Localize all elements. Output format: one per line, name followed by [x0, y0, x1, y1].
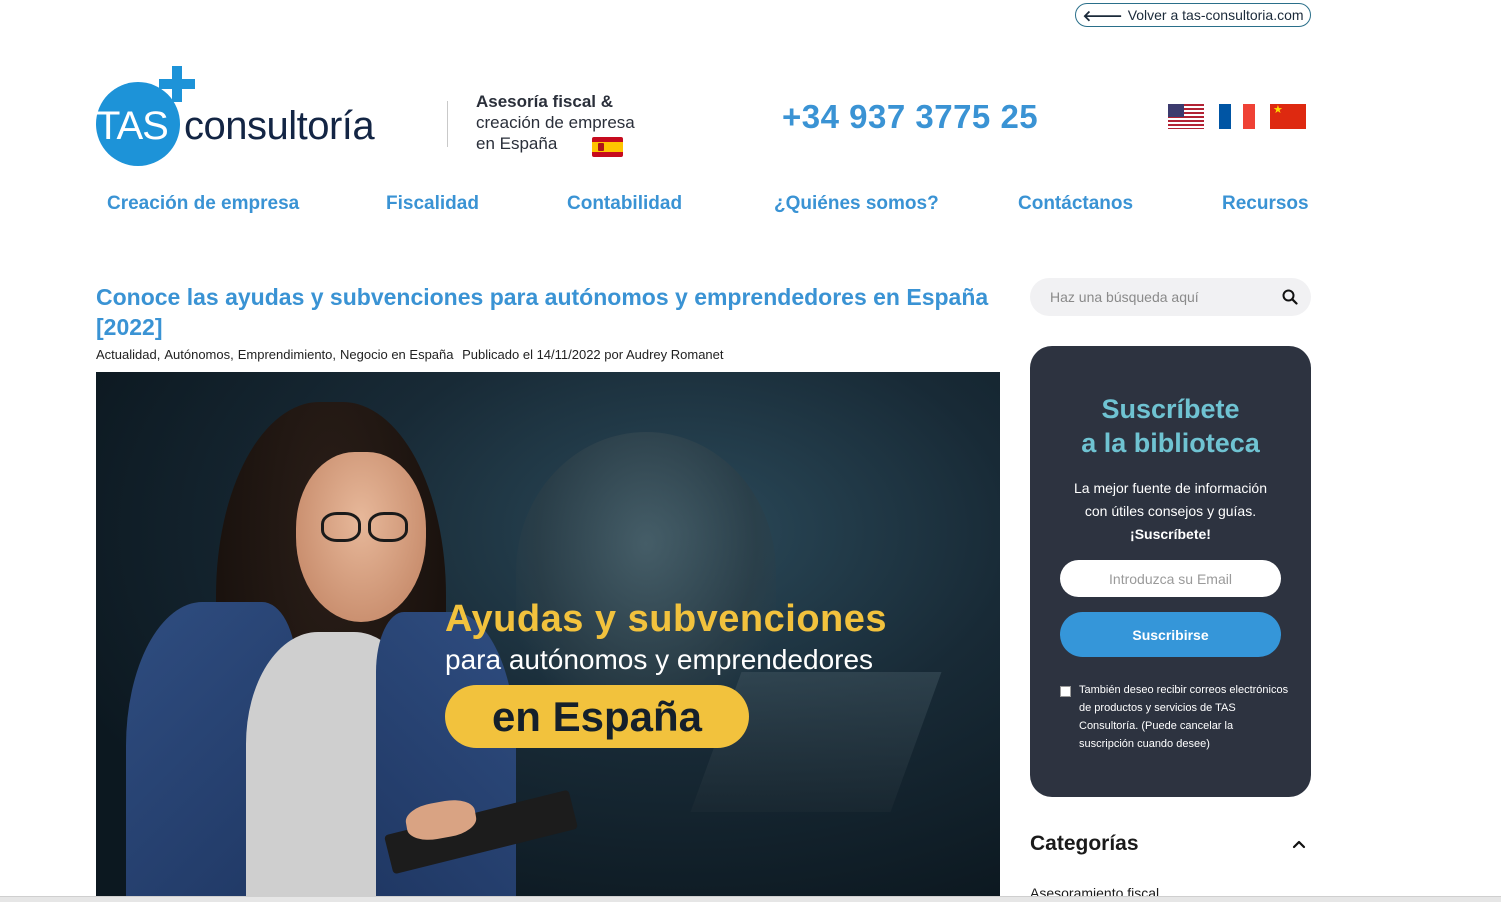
publish-info: Publicado el 14/11/2022 por Audrey Roman… [462, 347, 724, 362]
nav-creacion-de-empresa[interactable]: Creación de empresa [107, 193, 299, 215]
article-title: Conoce las ayudas y subvenciones para au… [96, 284, 989, 340]
hero-subheadline: para autónomos y emprendedores [445, 644, 874, 675]
language-switcher [1168, 104, 1306, 129]
search-box [1030, 278, 1311, 316]
china-flag-icon[interactable] [1270, 104, 1306, 129]
consent-label: También deseo recibir correos electrónic… [1079, 684, 1289, 750]
nav-contactanos[interactable]: Contáctanos [1018, 193, 1133, 215]
category-link[interactable]: Autónomos [164, 347, 230, 362]
site-logo[interactable]: TAS consultoría [96, 64, 416, 170]
phone-number-link[interactable]: +34 937 3775 25 [782, 98, 1038, 136]
hero-woman-face [296, 452, 426, 622]
us-flag-icon[interactable] [1168, 104, 1204, 129]
hero-glasses [368, 512, 408, 542]
email-field[interactable] [1060, 560, 1281, 597]
horizontal-scrollbar[interactable] [0, 896, 1501, 902]
subscribe-title: Suscríbete a la biblioteca [1030, 392, 1311, 460]
back-to-site-link[interactable]: 🡐 Volver a tas-consultoria.com [1075, 3, 1311, 27]
spain-flag-icon [592, 137, 623, 157]
category-link[interactable]: Negocio en España [340, 347, 453, 362]
subscribe-cta: ¡Suscríbete! [1130, 526, 1211, 542]
hero-pill: en España [445, 685, 749, 748]
subscribe-desc-line2: con útiles consejos y guías. [1084, 503, 1257, 519]
search-icon[interactable] [1282, 289, 1298, 305]
main-nav: Creación de empresa Fiscalidad Contabili… [0, 193, 1501, 219]
france-flag-icon[interactable] [1219, 104, 1255, 129]
logo-consultoria-text: consultoría [184, 104, 375, 148]
subscribe-panel: Suscríbete a la biblioteca La mejor fuen… [1030, 346, 1311, 797]
back-link-label: Volver a tas-consultoria.com [1127, 7, 1304, 23]
chevron-up-icon[interactable] [1291, 836, 1307, 852]
subscribe-title-line1: Suscríbete [1101, 394, 1240, 424]
logo-plus-bar [159, 79, 195, 89]
subscribe-desc-line1: La mejor fuente de información [1074, 480, 1267, 496]
consent-checkbox[interactable] [1060, 686, 1071, 697]
arrow-left-icon: 🡐 [1082, 7, 1123, 25]
nav-quienes-somos[interactable]: ¿Quiénes somos? [774, 193, 939, 215]
hero-image: Ayudas y subvenciones para autónomos y e… [96, 372, 1000, 902]
nav-contabilidad[interactable]: Contabilidad [567, 193, 682, 215]
article-meta: Actualidad, Autónomos, Emprendimiento, Nego… [96, 347, 724, 362]
header-divider [447, 101, 448, 147]
nav-recursos[interactable]: Recursos [1222, 193, 1309, 215]
hero-headline: Ayudas y subvenciones [445, 598, 888, 640]
categories-heading: Categorías [1030, 832, 1139, 855]
subscribe-title-line2: a la biblioteca [1081, 428, 1260, 458]
search-input[interactable] [1050, 287, 1270, 307]
category-link[interactable]: Emprendimiento [238, 347, 333, 362]
category-link[interactable]: Actualidad [96, 347, 157, 362]
subscribe-button[interactable]: Suscribirse [1060, 612, 1281, 657]
hero-glasses [321, 512, 361, 542]
nav-fiscalidad[interactable]: Fiscalidad [386, 193, 479, 215]
subscribe-description: La mejor fuente de información con útile… [1050, 477, 1291, 546]
tagline-line2: creación de empresa [476, 113, 635, 132]
hero-pill-text: en España [491, 692, 703, 740]
logo-tas-text: TAS [96, 104, 169, 148]
tagline-line1: Asesoría fiscal & [476, 92, 614, 111]
